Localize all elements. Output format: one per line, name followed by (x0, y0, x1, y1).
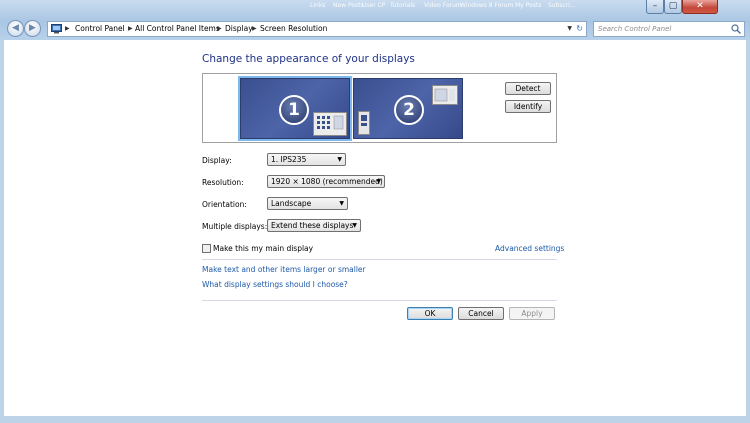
forward-button[interactable]: ▶ (24, 20, 41, 37)
minimize-icon: – (652, 1, 658, 11)
advanced-settings-link[interactable]: Advanced settings (495, 244, 564, 253)
content-area: Change the appearance of your displays 1… (4, 40, 746, 416)
display-select-value: 1. IPS235 (271, 155, 307, 164)
search-icon[interactable] (731, 24, 741, 34)
monitor-1-number: 1 (279, 95, 309, 125)
resolution-label: Resolution: (202, 178, 244, 187)
chevron-down-icon: ▼ (352, 222, 357, 229)
background-tab: My Posts (515, 2, 542, 9)
desktop-preview-icon (313, 112, 347, 136)
breadcrumb-separator-icon: ▶ (252, 25, 257, 32)
ok-button-label: OK (424, 309, 436, 318)
breadcrumb-screen-resolution[interactable]: Screen Resolution (260, 22, 327, 36)
display-select[interactable]: 1. IPS235 ▼ (267, 153, 346, 166)
monitor-1-tile[interactable]: 1 (240, 78, 350, 139)
identify-button[interactable]: Identify (505, 100, 551, 113)
apply-button[interactable]: Apply (509, 307, 555, 320)
background-tab: User CP (362, 2, 386, 9)
display-help-link[interactable]: What display settings should I choose? (202, 280, 348, 289)
divider (202, 300, 557, 301)
navigation-bar: ◀ ▶ ▶ Control Panel ▶ All Control Panel … (0, 18, 750, 40)
display-label: Display: (202, 156, 232, 165)
title-bar: Links New Posts User CP Tutorials Video … (0, 0, 750, 40)
breadcrumb-all-items[interactable]: All Control Panel Items (135, 22, 220, 36)
monitor-arrangement-panel: 1 2 Detect Identify (202, 73, 557, 143)
main-display-checkbox-label[interactable]: Make this my main display (213, 244, 313, 253)
breadcrumb-separator-icon: ▶ (217, 25, 222, 32)
close-icon: ✕ (696, 1, 704, 11)
chevron-down-icon: ▼ (339, 200, 344, 207)
breadcrumb-separator-icon: ▶ (128, 25, 133, 32)
window-preview-icon (432, 85, 458, 105)
detect-button-label: Detect (515, 84, 541, 93)
search-box[interactable]: Search Control Panel (593, 21, 745, 37)
apply-button-label: Apply (521, 309, 543, 318)
address-dropdown-icon[interactable]: ▼ (567, 22, 572, 36)
address-bar[interactable]: ▶ Control Panel ▶ All Control Panel Item… (47, 21, 587, 37)
maximize-button[interactable]: ▢ (664, 0, 682, 14)
multiple-displays-select[interactable]: Extend these displays ▼ (267, 219, 361, 232)
cancel-button[interactable]: Cancel (458, 307, 504, 320)
resolution-select[interactable]: 1920 × 1080 (recommended) ▼ (267, 175, 385, 188)
control-panel-icon (51, 24, 62, 34)
monitor-2-number: 2 (394, 95, 424, 125)
monitor-2-tile[interactable]: 2 (353, 78, 463, 139)
divider (202, 259, 557, 260)
identify-button-label: Identify (513, 102, 543, 111)
background-tab: Links (310, 2, 326, 9)
orientation-label: Orientation: (202, 200, 247, 209)
detect-button[interactable]: Detect (505, 82, 551, 95)
page-title: Change the appearance of your displays (202, 53, 415, 65)
background-tab: Windows 8 Forum (460, 2, 514, 9)
breadcrumb-control-panel[interactable]: Control Panel (75, 22, 125, 36)
multiple-displays-label: Multiple displays: (202, 222, 268, 231)
orientation-select-value: Landscape (271, 199, 312, 208)
background-tab: Subscri... (548, 2, 576, 9)
back-button[interactable]: ◀ (7, 20, 24, 37)
cancel-button-label: Cancel (468, 309, 494, 318)
orientation-select[interactable]: Landscape ▼ (267, 197, 348, 210)
background-tab: Tutorials (390, 2, 416, 9)
background-tab: New Posts (333, 2, 364, 9)
breadcrumb-separator-icon: ▶ (65, 25, 70, 32)
search-input[interactable]: Search Control Panel (598, 22, 671, 36)
background-tabs: Links New Posts User CP Tutorials Video … (0, 0, 640, 12)
taskbar-preview-icon (358, 111, 370, 135)
refresh-icon[interactable]: ↻ (576, 22, 583, 36)
close-button[interactable]: ✕ (682, 0, 718, 14)
window-frame: Links New Posts User CP Tutorials Video … (0, 0, 750, 423)
forward-arrow-icon: ▶ (29, 23, 36, 33)
breadcrumb-display[interactable]: Display (225, 22, 253, 36)
back-arrow-icon: ◀ (12, 23, 19, 33)
chevron-down-icon: ▼ (337, 156, 342, 163)
maximize-icon: ▢ (668, 1, 678, 11)
main-display-checkbox[interactable] (202, 244, 211, 253)
minimize-button[interactable]: – (646, 0, 664, 14)
background-tab: Video Forum (424, 2, 462, 9)
chevron-down-icon: ▼ (376, 178, 381, 185)
resolution-select-value: 1920 × 1080 (recommended) (271, 177, 383, 186)
text-size-link[interactable]: Make text and other items larger or smal… (202, 265, 366, 274)
multiple-displays-select-value: Extend these displays (271, 221, 354, 230)
ok-button[interactable]: OK (407, 307, 453, 320)
